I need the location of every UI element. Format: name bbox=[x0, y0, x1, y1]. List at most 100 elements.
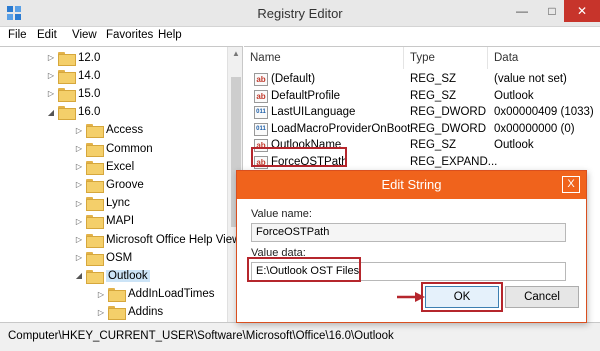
column-header-type[interactable]: Type bbox=[404, 47, 488, 69]
tree-item[interactable]: ▷ Access bbox=[74, 122, 143, 139]
tree-item-label: Addins bbox=[128, 306, 164, 319]
collapsed-arrow-icon[interactable]: ▷ bbox=[46, 53, 56, 62]
tree-item[interactable]: ▷ Lync bbox=[74, 195, 130, 212]
folder-icon bbox=[86, 251, 104, 266]
collapsed-arrow-icon[interactable]: ▷ bbox=[74, 199, 84, 208]
tree-item[interactable]: ▷ OSM bbox=[74, 249, 132, 266]
ok-highlight bbox=[421, 282, 503, 312]
dialog-title-bar: Edit String X bbox=[237, 171, 586, 199]
value-type: REG_SZ bbox=[410, 89, 457, 102]
value-data: 0x00000000 (0) bbox=[494, 122, 575, 135]
value-type: REG_EXPAND... bbox=[410, 156, 498, 168]
tree-item[interactable]: ▷ 14.0 bbox=[46, 67, 100, 84]
status-path: Computer\HKEY_CURRENT_USER\Software\Micr… bbox=[8, 330, 394, 342]
menu-view[interactable]: View bbox=[72, 29, 97, 41]
tree-item-label: 15.0 bbox=[78, 87, 101, 100]
collapsed-arrow-icon[interactable]: ▷ bbox=[74, 253, 84, 262]
menu-favorites[interactable]: Favorites bbox=[106, 29, 153, 41]
tree-item-label: MAPI bbox=[106, 215, 135, 228]
status-bar: Computer\HKEY_CURRENT_USER\Software\Micr… bbox=[0, 322, 600, 351]
tree-item-label: Access bbox=[106, 124, 144, 137]
value-data: Outlook bbox=[494, 89, 534, 102]
column-header-data[interactable]: Data bbox=[488, 47, 600, 69]
tree-item[interactable]: ◢ 16.0 bbox=[46, 104, 100, 121]
folder-icon bbox=[58, 69, 76, 84]
column-header-name[interactable]: Name bbox=[244, 47, 404, 69]
folder-icon bbox=[86, 233, 104, 248]
value-name[interactable]: (Default) bbox=[271, 73, 315, 85]
collapsed-arrow-icon[interactable]: ▷ bbox=[74, 180, 84, 189]
collapsed-arrow-icon[interactable]: ▷ bbox=[74, 162, 84, 171]
scroll-up-icon[interactable]: ▲ bbox=[232, 49, 240, 58]
tree-item-label: 16.0 bbox=[78, 106, 101, 119]
value-type: REG_SZ bbox=[410, 139, 457, 152]
menu-bar: File Edit View Favorites Help bbox=[0, 27, 600, 45]
tree-item[interactable]: ▷ Addins bbox=[96, 304, 163, 321]
menu-edit[interactable]: Edit bbox=[37, 29, 57, 41]
collapsed-arrow-icon[interactable]: ▷ bbox=[74, 235, 84, 244]
edit-string-dialog: Edit String X Value name: ForceOSTPath V… bbox=[236, 170, 587, 323]
tree-item[interactable]: ▷ Microsoft Office Help Viewer bbox=[74, 231, 243, 248]
value-type: REG_DWORD bbox=[410, 122, 487, 135]
folder-icon bbox=[86, 142, 104, 157]
tree-item-label: AddInLoadTimes bbox=[128, 288, 215, 301]
expanded-arrow-icon[interactable]: ◢ bbox=[46, 108, 56, 117]
dialog-title: Edit String bbox=[381, 177, 442, 192]
string-value-icon: ab bbox=[254, 89, 268, 103]
tree-item-label: Groove bbox=[106, 178, 144, 191]
value-name[interactable]: DefaultProfile bbox=[271, 90, 340, 102]
folder-icon bbox=[86, 197, 104, 212]
value-name-field[interactable]: ForceOSTPath bbox=[251, 223, 566, 242]
value-type: REG_SZ bbox=[410, 73, 457, 85]
collapsed-arrow-icon[interactable]: ▷ bbox=[96, 308, 106, 317]
folder-icon bbox=[86, 124, 104, 139]
value-name[interactable]: LoadMacroProviderOnBoot bbox=[271, 123, 410, 135]
tree-item-label: Outlook bbox=[106, 269, 150, 282]
tree-item[interactable]: ▷ Groove bbox=[74, 176, 144, 193]
collapsed-arrow-icon[interactable]: ▷ bbox=[74, 144, 84, 153]
tree-item-label: Common bbox=[106, 142, 153, 155]
close-window-button[interactable]: ✕ bbox=[564, 0, 600, 22]
value-name[interactable]: LastUILanguage bbox=[271, 106, 355, 118]
collapsed-arrow-icon[interactable]: ▷ bbox=[74, 217, 84, 226]
tree-item-label: Excel bbox=[106, 160, 135, 173]
value-data: 0x00000409 (1033) bbox=[494, 106, 594, 119]
tree-item[interactable]: ▷ AddInLoadTimes bbox=[96, 286, 215, 303]
collapsed-arrow-icon[interactable]: ▷ bbox=[74, 126, 84, 135]
folder-icon bbox=[58, 106, 76, 121]
tree-item-label: 14.0 bbox=[78, 69, 101, 82]
tree-item-label: Lync bbox=[106, 197, 130, 210]
tree-item[interactable]: ▷ 15.0 bbox=[46, 85, 100, 102]
minimize-button[interactable]: — bbox=[507, 0, 537, 22]
value-data: (value not set) bbox=[494, 73, 567, 85]
folder-icon bbox=[108, 288, 126, 303]
tree-item[interactable]: ◢ Outlook bbox=[74, 267, 150, 284]
collapsed-arrow-icon[interactable]: ▷ bbox=[96, 290, 106, 299]
tree-item-label: 12.0 bbox=[78, 51, 101, 64]
folder-icon bbox=[86, 178, 104, 193]
menu-file[interactable]: File bbox=[8, 29, 27, 41]
value-name-label: Value name: bbox=[251, 208, 312, 220]
expanded-arrow-icon[interactable]: ◢ bbox=[74, 271, 84, 280]
collapsed-arrow-icon[interactable]: ▷ bbox=[46, 89, 56, 98]
value-data: Outlook bbox=[494, 139, 534, 152]
forceostpath-highlight bbox=[251, 147, 347, 167]
tree-item[interactable]: ▷ MAPI bbox=[74, 213, 134, 230]
tree-item[interactable]: ▷ Common bbox=[74, 140, 153, 157]
maximize-button[interactable]: □ bbox=[537, 0, 567, 22]
tree-item-label: Microsoft Office Help Viewer bbox=[106, 233, 243, 246]
value-type: REG_DWORD bbox=[410, 106, 487, 119]
folder-icon bbox=[86, 215, 104, 230]
tree-item[interactable]: ▷ 12.0 bbox=[46, 49, 100, 66]
folder-icon bbox=[58, 51, 76, 66]
collapsed-arrow-icon[interactable]: ▷ bbox=[46, 71, 56, 80]
menu-help[interactable]: Help bbox=[158, 29, 182, 41]
cancel-button[interactable]: Cancel bbox=[505, 286, 579, 308]
registry-tree[interactable]: ▲ ▷ 12.0 ▷ 14.0 ▷ 15.0 ◢ 16.0 ▷ Access ▷ Common ▷ Exc… bbox=[0, 46, 243, 322]
binary-value-icon: 011 bbox=[254, 122, 268, 136]
binary-value-icon: 011 bbox=[254, 106, 268, 120]
value-data-highlight bbox=[247, 257, 361, 282]
tree-item[interactable]: ▷ Excel bbox=[74, 158, 134, 175]
dialog-close-button[interactable]: X bbox=[562, 176, 580, 193]
string-value-icon: ab bbox=[254, 73, 268, 86]
